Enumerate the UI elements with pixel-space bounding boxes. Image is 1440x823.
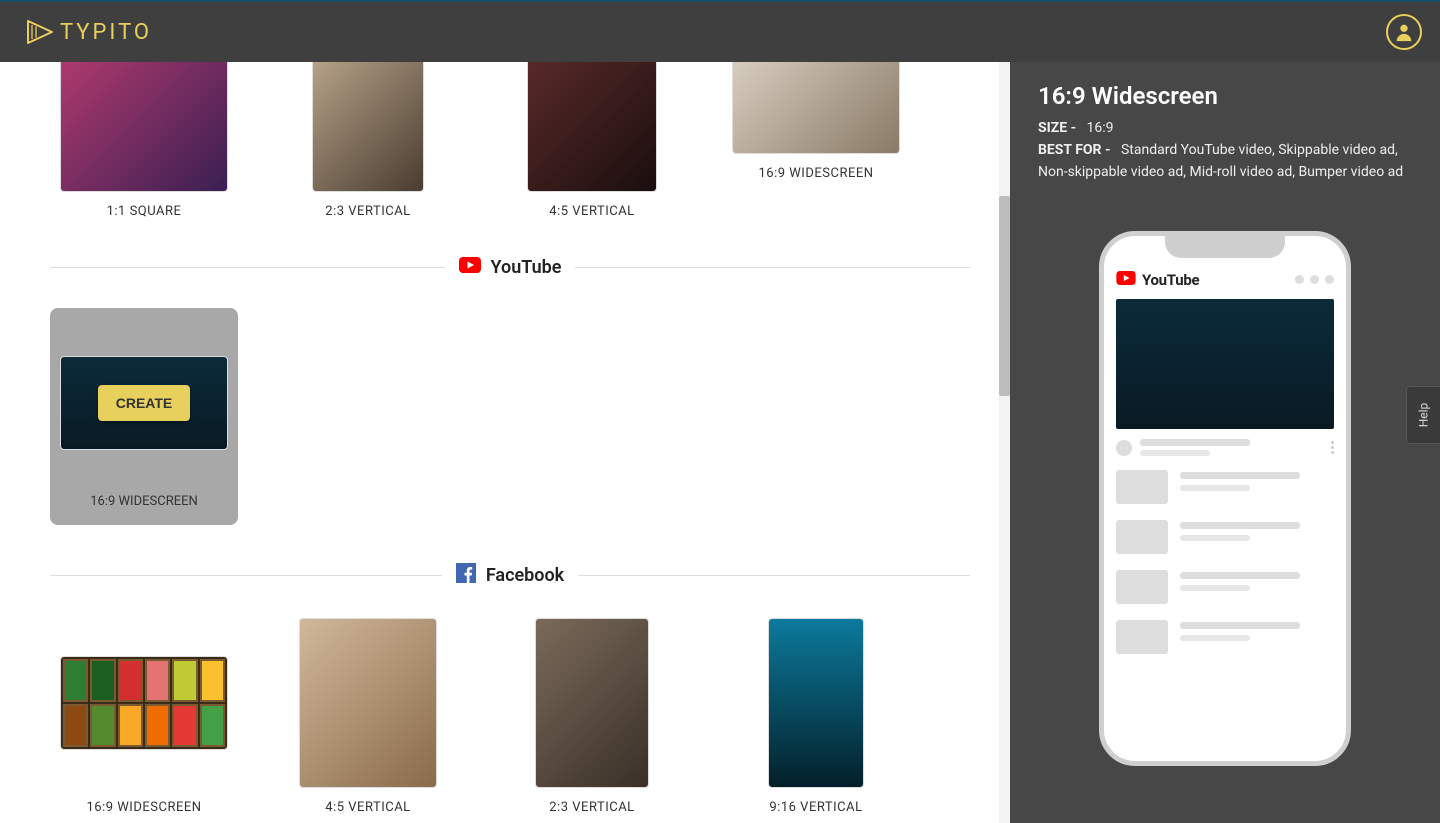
brand-logo[interactable]: TYPITO [26,19,152,45]
youtube-icon [459,257,481,278]
phone-hero-video [1116,299,1334,429]
help-tab[interactable]: Help [1406,386,1440,444]
format-label: 2:3 VERTICAL [325,204,410,219]
formats-panel: 1:1 SQUARE 2:3 VERTICAL 4:5 VERTICAL 16:… [0,62,1010,823]
format-card-16-9-widescreen[interactable]: 16:9 WIDESCREEN [722,62,910,219]
play-triangle-icon [26,19,54,45]
brand-name: TYPITO [60,20,152,45]
format-card-fb-2-3[interactable]: 2:3 VERTICAL [498,618,686,815]
format-card-youtube-16-9[interactable]: CREATE 16:9 WIDESCREEN [50,308,238,525]
kebab-icon [1331,441,1334,454]
section-divider-facebook: Facebook [50,563,970,588]
phone-brand: YouTube [1142,271,1199,289]
help-label: Help [1417,403,1431,428]
format-thumb: CREATE [60,356,228,450]
format-label: 16:9 WIDESCREEN [86,800,201,815]
detail-size-label: SIZE - [1038,120,1076,136]
create-button[interactable]: CREATE [98,385,191,421]
format-label: 2:3 VERTICAL [549,800,634,815]
scrollbar[interactable] [999,62,1010,823]
format-label: 4:5 VERTICAL [325,800,410,815]
scrollbar-thumb[interactable] [999,196,1010,396]
format-label: 16:9 WIDESCREEN [758,166,873,181]
format-card-fb-9-16[interactable]: 9:16 VERTICAL [722,618,910,815]
detail-size-value: 16:9 [1087,120,1114,136]
format-card-4-5-vertical[interactable]: 4:5 VERTICAL [498,62,686,219]
format-label: 16:9 WIDESCREEN [90,494,198,509]
format-card-2-3-vertical[interactable]: 2:3 VERTICAL [274,62,462,219]
format-card-fb-4-5[interactable]: 4:5 VERTICAL [274,618,462,815]
format-card-1-1-square[interactable]: 1:1 SQUARE [50,62,238,219]
phone-mockup: YouTube [1099,231,1351,766]
format-label: 9:16 VERTICAL [769,800,862,815]
format-card-fb-16-9[interactable]: 16:9 WIDESCREEN [50,618,238,815]
app-header: TYPITO [0,0,1440,62]
section-title: YouTube [491,257,562,278]
format-label: 4:5 VERTICAL [549,204,634,219]
facebook-icon [456,563,476,588]
phone-header-dots [1295,275,1334,284]
account-avatar[interactable] [1386,14,1422,50]
detail-title: 16:9 Widescreen [1038,82,1412,110]
section-title: Facebook [486,565,564,586]
detail-bestfor-label: BEST FOR - [1038,142,1111,158]
youtube-icon [1116,270,1136,289]
section-divider-youtube: YouTube [50,257,970,278]
detail-panel: 16:9 Widescreen SIZE - 16:9 BEST FOR - S… [1010,62,1440,823]
format-label: 1:1 SQUARE [107,204,182,219]
